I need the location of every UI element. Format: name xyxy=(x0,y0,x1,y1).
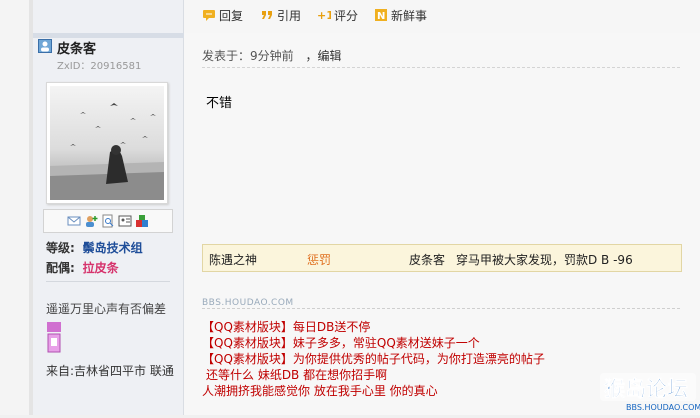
site-watermark: 猴岛论坛 BBS.HOUDAO.COM xyxy=(596,369,700,415)
rating-reason: 穿马甲被大家发现，罚款D B -96 xyxy=(456,253,633,267)
level-value[interactable]: 鬃岛技术组 xyxy=(83,241,143,255)
signature-divider xyxy=(202,308,680,309)
rating-rater[interactable]: 陈遇之神 xyxy=(209,251,257,268)
reply-button[interactable]: 回复 xyxy=(202,6,243,24)
quote-icon xyxy=(262,11,272,19)
user-location: 来自:吉林省四平市 联通 xyxy=(46,364,174,378)
svg-text:N: N xyxy=(377,11,385,22)
username[interactable]: 皮条客 xyxy=(57,38,96,57)
avatar[interactable] xyxy=(46,82,168,204)
quote-button[interactable]: 引用 xyxy=(260,6,301,24)
rating-target: 皮条客 xyxy=(409,253,446,267)
message-icon[interactable] xyxy=(67,214,81,228)
new-button[interactable]: N 新鲜事 xyxy=(374,6,427,24)
signature-line-4: 还等什么 妹纸DB 都在想你招手啊 xyxy=(206,368,388,382)
rate-button[interactable]: +1 评分 xyxy=(317,6,358,24)
rate-icon: +1 xyxy=(317,9,331,22)
level-label: 等级: xyxy=(46,241,75,255)
watermark-title: 猴岛论坛 xyxy=(604,377,688,401)
signature-line-1[interactable]: 【QQ素材版块】每日DB送不停 xyxy=(202,318,370,335)
sidebar-divider xyxy=(46,281,170,282)
avatar-image xyxy=(50,86,164,200)
signature-line-2[interactable]: 【QQ素材版块】妹子多多，常驻QQ素材送妹子一个 xyxy=(202,334,480,351)
quote-label: 引用 xyxy=(277,8,302,23)
rating-type: 惩罚 xyxy=(307,253,332,267)
user-id: ZxID：20916581 xyxy=(57,61,142,72)
user-motto: 遥遥万里心声有否偏差 xyxy=(46,302,167,316)
svg-text:+1: +1 xyxy=(317,9,331,22)
rating-log: 陈遇之神 惩罚 皮条客 穿马甲被大家发现，罚款D B -96 xyxy=(202,244,682,272)
signature-banner: BBS.HOUDAO.COM xyxy=(202,298,294,308)
watermark-url: BBS.HOUDAO.COM xyxy=(626,403,700,412)
post-body: 不错 xyxy=(206,96,233,111)
spouse-label: 配偶: xyxy=(46,261,75,275)
user-action-icons xyxy=(43,209,173,233)
add-friend-icon[interactable] xyxy=(84,214,98,228)
reply-icon xyxy=(203,10,215,21)
reply-label: 回复 xyxy=(219,8,244,23)
watermark-logo: 猴岛论坛 BBS.HOUDAO.COM xyxy=(600,373,700,412)
post-main: 回复 引用 +1 评分 N 新鲜事 发表于：9分钟前 ，编辑 不错 陈遇之神 惩… xyxy=(184,0,700,415)
rate-label: 评分 xyxy=(334,8,359,23)
post-time: 发表于：9分钟前 xyxy=(202,49,294,63)
user-level: 等级: 鬃岛技术组 xyxy=(46,239,143,256)
spouse-value[interactable]: 拉皮条 xyxy=(83,261,119,275)
signature-line-3[interactable]: 【QQ素材版块】为你提供优秀的帖子代码，为你打造漂亮的帖子 xyxy=(202,350,545,367)
post-meta: 发表于：9分钟前 ，编辑 xyxy=(202,47,341,64)
gift-icon[interactable] xyxy=(135,214,149,228)
medal-icon xyxy=(47,322,61,353)
new-icon: N xyxy=(375,9,387,22)
user-icon xyxy=(38,39,52,53)
user-sidebar: 皮条客 ZxID：20916581 等级: 鬃岛技术组 配偶: 拉皮条 遥遥万里… xyxy=(33,0,184,415)
profile-icon[interactable] xyxy=(118,214,132,228)
post-divider xyxy=(202,67,680,68)
edit-link[interactable]: ，编辑 xyxy=(305,49,341,63)
search-posts-icon[interactable] xyxy=(101,214,115,228)
signature-line-5: 人潮拥挤我能感觉你 放在我手心里 你的真心 xyxy=(202,384,438,398)
new-label: 新鲜事 xyxy=(391,8,428,23)
post-toolbar: 回复 引用 +1 评分 N 新鲜事 xyxy=(184,0,700,33)
user-spouse: 配偶: 拉皮条 xyxy=(46,259,119,276)
